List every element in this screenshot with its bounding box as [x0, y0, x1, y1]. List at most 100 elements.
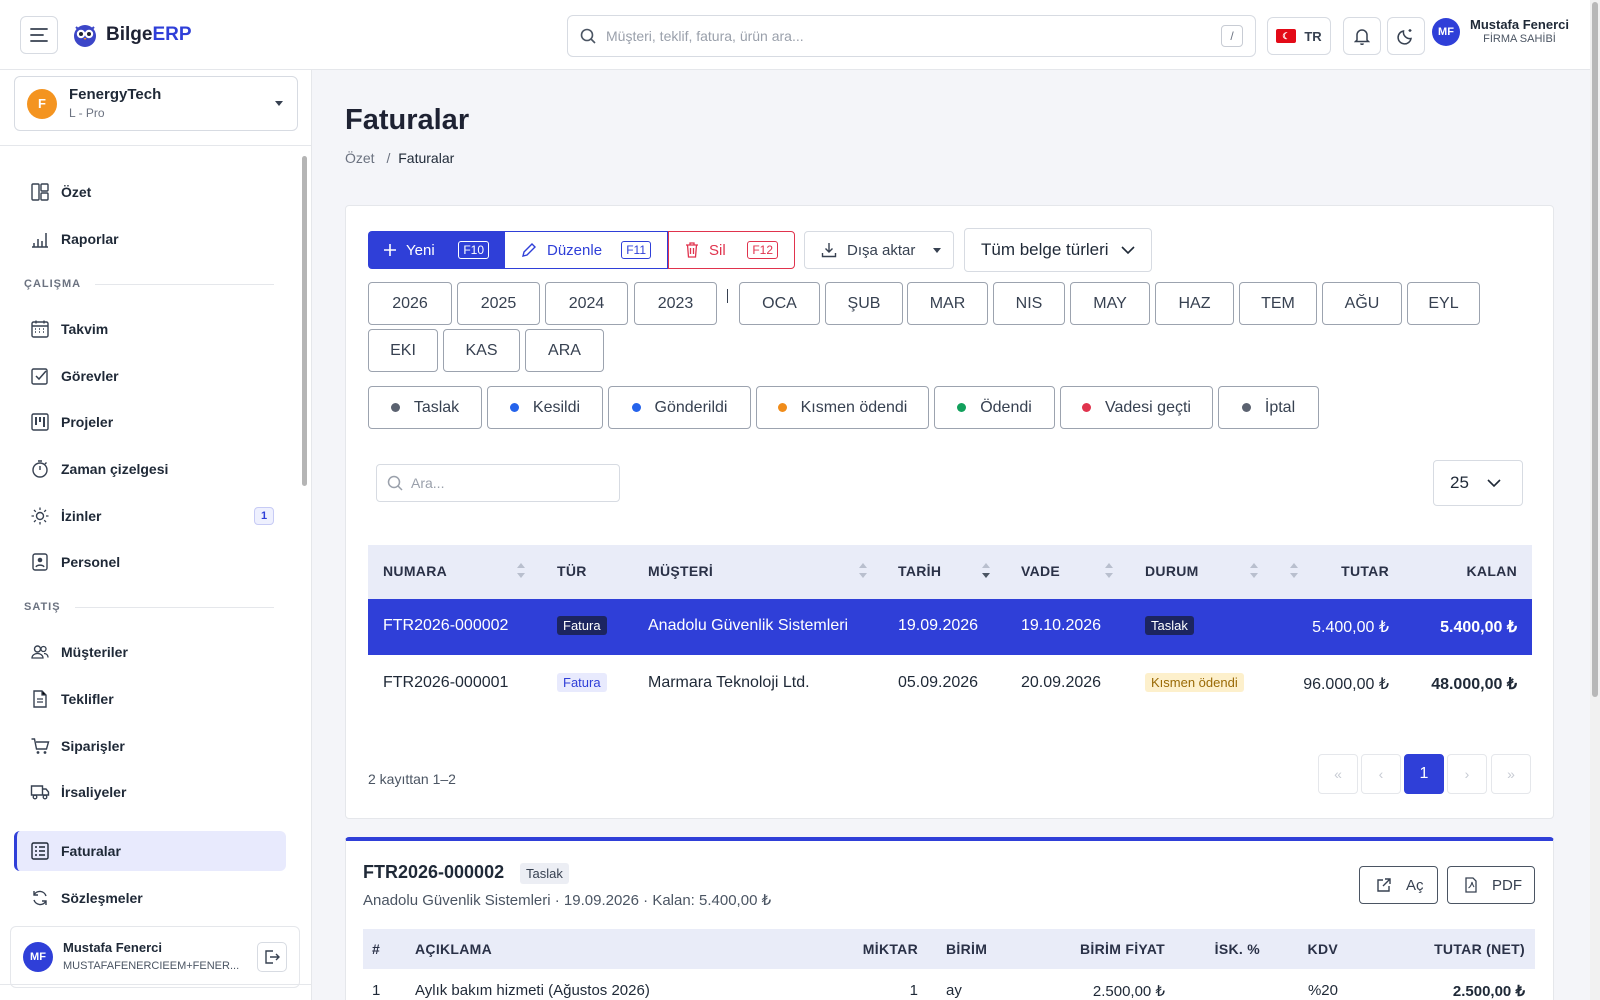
year-chip[interactable]: 2023: [634, 282, 717, 325]
app-logo[interactable]: BilgeERP: [72, 22, 192, 48]
status-dot: [957, 403, 967, 412]
page-title: Faturalar: [345, 104, 470, 136]
next-page-button[interactable]: ›: [1447, 754, 1487, 794]
sort-icon[interactable]: [1105, 563, 1113, 579]
menu-toggle-button[interactable]: [20, 16, 58, 54]
breadcrumb-separator: /: [386, 150, 391, 166]
company-name: FenergyTech: [69, 85, 162, 103]
theme-toggle-button[interactable]: [1387, 17, 1425, 55]
detail-invoice-number: FTR2026-000002: [363, 862, 505, 882]
year-chip[interactable]: 2025: [457, 282, 540, 325]
sidebar-item-irsaliyeler[interactable]: İrsaliyeler: [14, 772, 286, 812]
sidebar-scrollbar[interactable]: [302, 156, 307, 486]
search-icon: [580, 28, 596, 44]
month-chip[interactable]: MAR: [907, 282, 988, 325]
sidebar-item-label: Görevler: [61, 368, 119, 384]
status-chip-kesildi[interactable]: Kesildi: [487, 386, 603, 429]
page-scrollbar-thumb[interactable]: [1592, 2, 1598, 697]
plus-icon: [384, 244, 396, 256]
table-row[interactable]: FTR2026-000001 Fatura Marmara Teknoloji …: [368, 656, 1532, 712]
year-chip[interactable]: 2024: [545, 282, 628, 325]
open-button[interactable]: Aç: [1359, 866, 1438, 904]
sort-icon[interactable]: [517, 563, 525, 579]
column-header-type: TÜR: [557, 563, 587, 579]
month-chip[interactable]: ŞUB: [825, 282, 903, 325]
table-search-input[interactable]: Ara...: [376, 464, 620, 502]
prev-page-button[interactable]: ‹: [1361, 754, 1401, 794]
page-size-select[interactable]: 25: [1433, 460, 1523, 506]
first-page-button[interactable]: «: [1318, 754, 1358, 794]
document-type-select[interactable]: Tüm belge türleri: [964, 228, 1152, 272]
month-chip[interactable]: MAY: [1070, 282, 1150, 325]
month-chip[interactable]: ARA: [525, 329, 604, 372]
sort-icon[interactable]: [1290, 563, 1298, 579]
detail-table-row[interactable]: 1 Aylık bakım hizmeti (Ağustos 2026) 1 a…: [363, 970, 1535, 1000]
sidebar-item-zaman-cizelgesi[interactable]: Zaman çizelgesi: [14, 449, 286, 489]
page-scrollbar[interactable]: [1590, 0, 1600, 1000]
table-search-placeholder: Ara...: [411, 475, 445, 491]
status-chip-odendi[interactable]: Ödendi: [934, 386, 1055, 429]
sidebar-item-faturalar[interactable]: Faturalar: [14, 831, 286, 871]
sidebar-item-ozet[interactable]: Özet: [14, 172, 286, 212]
status-chip-taslak[interactable]: Taslak: [368, 386, 482, 429]
column-header-status[interactable]: DURUM: [1145, 563, 1199, 579]
language-switcher[interactable]: ☾ TR: [1267, 17, 1331, 55]
column-header-amount[interactable]: TUTAR: [1339, 563, 1389, 579]
month-chip[interactable]: EKI: [368, 329, 438, 372]
column-header-customer[interactable]: MÜŞTERİ: [648, 563, 713, 579]
column-header-due[interactable]: VADE: [1021, 563, 1060, 579]
new-button[interactable]: Yeni F10: [368, 231, 505, 269]
column-header-description: AÇIKLAMA: [415, 941, 493, 957]
export-button[interactable]: Dışa aktar: [804, 231, 954, 269]
cell-index: 1: [372, 982, 381, 999]
last-page-button[interactable]: »: [1491, 754, 1531, 794]
user-menu[interactable]: MF Mustafa Fenerci FİRMA SAHİBİ: [1432, 18, 1569, 46]
sidebar-item-siparisler[interactable]: Siparişler: [14, 726, 286, 766]
sidebar-item-takvim[interactable]: Takvim: [14, 309, 286, 349]
sidebar-item-izinler[interactable]: İzinler 1: [14, 496, 286, 536]
sidebar-item-gorevler[interactable]: Görevler: [14, 356, 286, 396]
pdf-button[interactable]: PDF: [1447, 866, 1535, 904]
global-search-input[interactable]: Müşteri, teklif, fatura, ürün ara... /: [567, 15, 1256, 57]
status-chip-iptal[interactable]: İptal: [1218, 386, 1319, 429]
column-header-number[interactable]: NUMARA: [383, 563, 447, 579]
sidebar-item-projeler[interactable]: Projeler: [14, 402, 286, 442]
sort-icon[interactable]: [859, 563, 867, 579]
year-chip[interactable]: 2026: [368, 282, 452, 325]
edit-button[interactable]: Düzenle F11: [505, 231, 668, 269]
logout-button[interactable]: [257, 942, 287, 972]
month-chip[interactable]: EYL: [1407, 282, 1480, 325]
refresh-icon: [30, 888, 50, 908]
company-switcher[interactable]: F FenergyTech L - Pro: [14, 76, 298, 131]
shortcut-key: F12: [747, 241, 778, 259]
table-row[interactable]: FTR2026-000002 Fatura Anadolu Güvenlik S…: [368, 599, 1532, 655]
column-header-remaining[interactable]: KALAN: [1458, 563, 1517, 579]
month-chip[interactable]: KAS: [443, 329, 520, 372]
status-chip-gonderildi[interactable]: Gönderildi: [608, 386, 751, 429]
month-chip[interactable]: HAZ: [1155, 282, 1234, 325]
month-chip[interactable]: OCA: [739, 282, 820, 325]
column-header-index: #: [372, 941, 381, 957]
chevron-down-icon: [1120, 245, 1135, 254]
notifications-button[interactable]: [1343, 17, 1381, 55]
month-chip[interactable]: AĞU: [1322, 282, 1402, 325]
page-button-current[interactable]: 1: [1404, 754, 1444, 794]
column-header-date[interactable]: TARİH: [898, 563, 941, 579]
month-chip[interactable]: TEM: [1239, 282, 1317, 325]
status-chip-kismen-odendi[interactable]: Kısmen ödendi: [756, 386, 929, 429]
sidebar-item-label: Sözleşmeler: [61, 890, 143, 906]
sidebar-item-teklifler[interactable]: Teklifler: [14, 679, 286, 719]
breadcrumb-root[interactable]: Özet: [345, 150, 375, 166]
sun-icon: [30, 506, 50, 526]
sidebar-item-raporlar[interactable]: Raporlar: [14, 219, 286, 259]
sidebar-item-sozlesmeler[interactable]: Sözleşmeler: [14, 878, 286, 918]
cell-due: 19.10.2026: [1021, 617, 1102, 634]
cell-customer: Marmara Teknoloji Ltd.: [648, 674, 810, 691]
month-chip[interactable]: NIS: [993, 282, 1065, 325]
sort-desc-icon[interactable]: [982, 563, 990, 579]
delete-button[interactable]: Sil F12: [668, 231, 795, 269]
status-chip-vadesi-gecti[interactable]: Vadesi geçti: [1060, 386, 1213, 429]
sidebar-item-musteriler[interactable]: Müşteriler: [14, 632, 286, 672]
sort-icon[interactable]: [1250, 563, 1258, 579]
sidebar-item-personel[interactable]: Personel: [14, 542, 286, 582]
